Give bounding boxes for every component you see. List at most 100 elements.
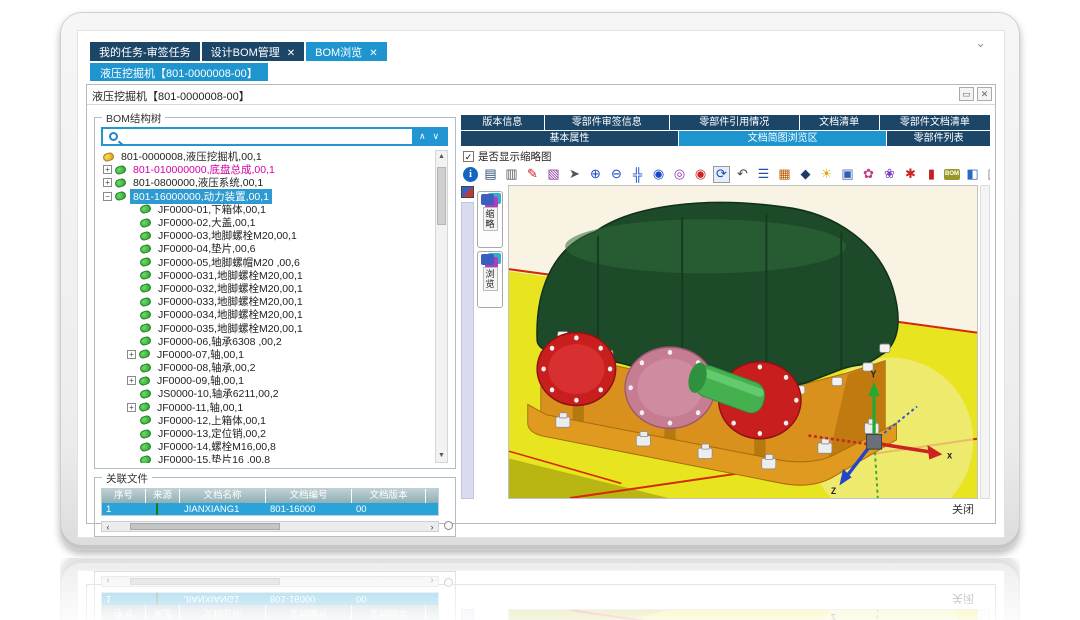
tree-item[interactable]: JF0000-13,定位销,00,2 bbox=[101, 427, 435, 440]
pan-icon[interactable]: ╬ bbox=[629, 166, 646, 183]
info-icon[interactable]: i bbox=[463, 167, 478, 182]
tree-item[interactable]: JF0000-08,轴承,00,2 bbox=[101, 361, 435, 374]
zoom-in-icon[interactable]: ⊕ bbox=[587, 166, 604, 183]
collapse-chevron-icon[interactable]: ⌄ bbox=[975, 35, 986, 51]
section-icon[interactable]: ☰ bbox=[755, 166, 772, 183]
table-header-cell[interactable]: 文档编号 bbox=[266, 489, 352, 503]
scroll-left-icon[interactable]: ‹ bbox=[102, 522, 114, 531]
search-prev-next-buttons[interactable]: ∧ ∨ bbox=[412, 129, 446, 144]
tree-vertical-scrollbar[interactable]: ▲ ▼ bbox=[435, 150, 448, 463]
tree-item[interactable]: JF0000-032,地脚螺栓M20,00,1 bbox=[101, 282, 435, 295]
snapshot-icon[interactable]: ▧ bbox=[545, 166, 562, 183]
red-book-icon[interactable]: ▮ bbox=[923, 166, 940, 183]
zoom-out-icon[interactable]: ⊖ bbox=[608, 166, 625, 183]
scroll-right-icon[interactable]: › bbox=[426, 522, 438, 531]
rotate-center-icon[interactable]: ◉ bbox=[692, 166, 709, 183]
tree-item[interactable]: JF0000-04,垫片,00,6 bbox=[101, 242, 435, 255]
print-icon[interactable]: ▥ bbox=[503, 166, 520, 183]
cad-cube-icon[interactable] bbox=[461, 186, 474, 198]
info-tab[interactable]: 版本信息 bbox=[461, 115, 544, 130]
document-tab[interactable]: 液压挖掘机【801-0000008-00】 bbox=[90, 63, 268, 81]
tree-item[interactable]: +JF0000-07,轴,00,1 bbox=[101, 348, 435, 361]
info-tab[interactable]: 基本属性 bbox=[461, 131, 678, 146]
collapsed-panel-strip[interactable] bbox=[461, 202, 474, 499]
tree-item[interactable]: +JF0000-09,轴,00,1 bbox=[101, 374, 435, 387]
light-icon[interactable]: ☀ bbox=[818, 166, 835, 183]
tree-item[interactable]: JF0000-031,地脚螺栓M20,00,1 bbox=[101, 269, 435, 282]
tree-item[interactable]: JF0000-05,地脚螺帽M20 ,00,6 bbox=[101, 256, 435, 269]
tree-item[interactable]: JF0000-034,地脚螺栓M20,00,1 bbox=[101, 308, 435, 321]
properties-icon[interactable]: ▣ bbox=[839, 166, 856, 183]
zoom-free-icon[interactable]: ◎ bbox=[671, 166, 688, 183]
monitor-icon[interactable]: ◧ bbox=[964, 166, 981, 183]
tree-item[interactable]: +801-010000000,底盘总成,00,1 bbox=[101, 163, 435, 176]
tree-item[interactable]: 801-0000008,液压挖掘机,00,1 bbox=[101, 150, 435, 163]
tree-item[interactable]: −801-16000000,动力装置,00,1 bbox=[101, 190, 435, 203]
tree-expander-icon[interactable]: + bbox=[127, 376, 136, 385]
grid-table-icon[interactable]: ▦ bbox=[776, 166, 793, 183]
color-scheme-icon[interactable]: ❀ bbox=[881, 166, 898, 183]
tree-search-input[interactable] bbox=[123, 130, 412, 143]
tree-item[interactable]: +801-0800000,液压系统,00,1 bbox=[101, 176, 435, 189]
tab-close-icon[interactable]: ✕ bbox=[287, 48, 295, 59]
scroll-down-icon[interactable]: ▼ bbox=[436, 450, 447, 462]
tree-item[interactable]: JF0000-033,地脚螺栓M20,00,1 bbox=[101, 295, 435, 308]
3d-model-canvas[interactable]: Y x Z bbox=[509, 186, 977, 498]
view-document-icon[interactable]: ▤ bbox=[482, 166, 499, 183]
info-tab[interactable]: 文档清单 bbox=[800, 115, 879, 130]
viewer-vertical-scrollbar[interactable] bbox=[980, 185, 990, 499]
tree-item[interactable]: JF0000-12,上箱体,00,1 bbox=[101, 414, 435, 427]
close-dialog-link[interactable]: 关闭 bbox=[952, 501, 974, 517]
tree-item[interactable]: JF0000-06,轴承6308 ,00,2 bbox=[101, 335, 435, 348]
table-options-knob[interactable] bbox=[444, 521, 453, 530]
tree-item[interactable]: JS0000-10,轴承6211,00,2 bbox=[101, 387, 435, 400]
table-header-cell[interactable]: 文档格式 bbox=[426, 489, 439, 503]
annotate-pen-icon[interactable]: ✎ bbox=[524, 166, 541, 183]
render-style-icon[interactable]: ✿ bbox=[860, 166, 877, 183]
table-header-cell[interactable]: 文档版本 bbox=[352, 489, 426, 503]
tree-item[interactable]: JF0000-02,大盖,00,1 bbox=[101, 216, 435, 229]
info-tab[interactable]: 文档简图浏览区 bbox=[679, 131, 886, 146]
table-row[interactable]: 1JIANXIANG1801-1600000 bbox=[102, 503, 438, 516]
tree-item[interactable]: JF0000-03,地脚螺栓M20,00,1 bbox=[101, 229, 435, 242]
explode-icon[interactable]: ✱ bbox=[902, 166, 919, 183]
tree-item[interactable]: JF0000-01,下箱体,00,1 bbox=[101, 203, 435, 216]
animation-icon[interactable]: ◆ bbox=[797, 166, 814, 183]
tree-expander-icon[interactable]: + bbox=[103, 178, 112, 187]
zoom-window-icon[interactable]: ◉ bbox=[650, 166, 667, 183]
tree-expander-icon[interactable]: + bbox=[127, 350, 136, 359]
tab-close-icon[interactable]: ✕ bbox=[369, 48, 377, 59]
table-header-cell[interactable]: 序号 bbox=[102, 489, 146, 503]
table-header-cell[interactable]: 文档名称 bbox=[180, 489, 266, 503]
viewer-side-tab[interactable]: 缩略 bbox=[477, 191, 503, 248]
scroll-thumb[interactable] bbox=[437, 167, 446, 225]
tree-item[interactable]: JF0000-035,地脚螺栓M20,00,1 bbox=[101, 321, 435, 334]
viewer-side-tab[interactable]: 浏览 bbox=[477, 251, 503, 308]
thumbnail-checkbox[interactable]: ✓ bbox=[463, 151, 474, 162]
tree-item[interactable]: +JF0000-11,轴,00,1 bbox=[101, 401, 435, 414]
rotate-view-icon[interactable]: ⟳ bbox=[713, 166, 730, 183]
hscroll-thumb[interactable] bbox=[130, 523, 280, 530]
minimize-icon[interactable]: ▭ bbox=[959, 87, 974, 101]
main-tab[interactable]: BOM浏览✕ bbox=[306, 42, 386, 61]
tree-expander-icon[interactable]: − bbox=[103, 192, 112, 201]
search-down-icon[interactable]: ∨ bbox=[432, 131, 439, 142]
close-icon[interactable]: ✕ bbox=[977, 87, 992, 101]
table-header-cell[interactable]: 来源 bbox=[146, 489, 180, 503]
tree-item[interactable]: JF0000-15,垫片16 ,00,8 bbox=[101, 453, 435, 463]
info-tab[interactable]: 零部件引用情况 bbox=[670, 115, 799, 130]
more-tools-icon[interactable]: ◪ bbox=[985, 166, 990, 183]
undo-view-icon[interactable]: ↶ bbox=[734, 166, 751, 183]
info-tab[interactable]: 零部件文档清单 bbox=[880, 115, 990, 130]
bom-icon[interactable]: BOM bbox=[944, 169, 960, 180]
tree-expander-icon[interactable]: + bbox=[127, 403, 136, 412]
info-tab[interactable]: 零部件审签信息 bbox=[545, 115, 669, 130]
tree-expander-icon[interactable]: + bbox=[103, 165, 112, 174]
scroll-up-icon[interactable]: ▲ bbox=[436, 151, 447, 163]
search-up-icon[interactable]: ∧ bbox=[419, 131, 426, 142]
select-cursor-icon[interactable]: ➤ bbox=[566, 166, 583, 183]
tree-item[interactable]: JF0000-14,螺栓M16,00,8 bbox=[101, 440, 435, 453]
main-tab[interactable]: 我的任务-审签任务 bbox=[90, 42, 200, 61]
related-files-hscrollbar[interactable]: ‹ › bbox=[101, 521, 439, 532]
main-tab[interactable]: 设计BOM管理✕ bbox=[202, 42, 304, 61]
